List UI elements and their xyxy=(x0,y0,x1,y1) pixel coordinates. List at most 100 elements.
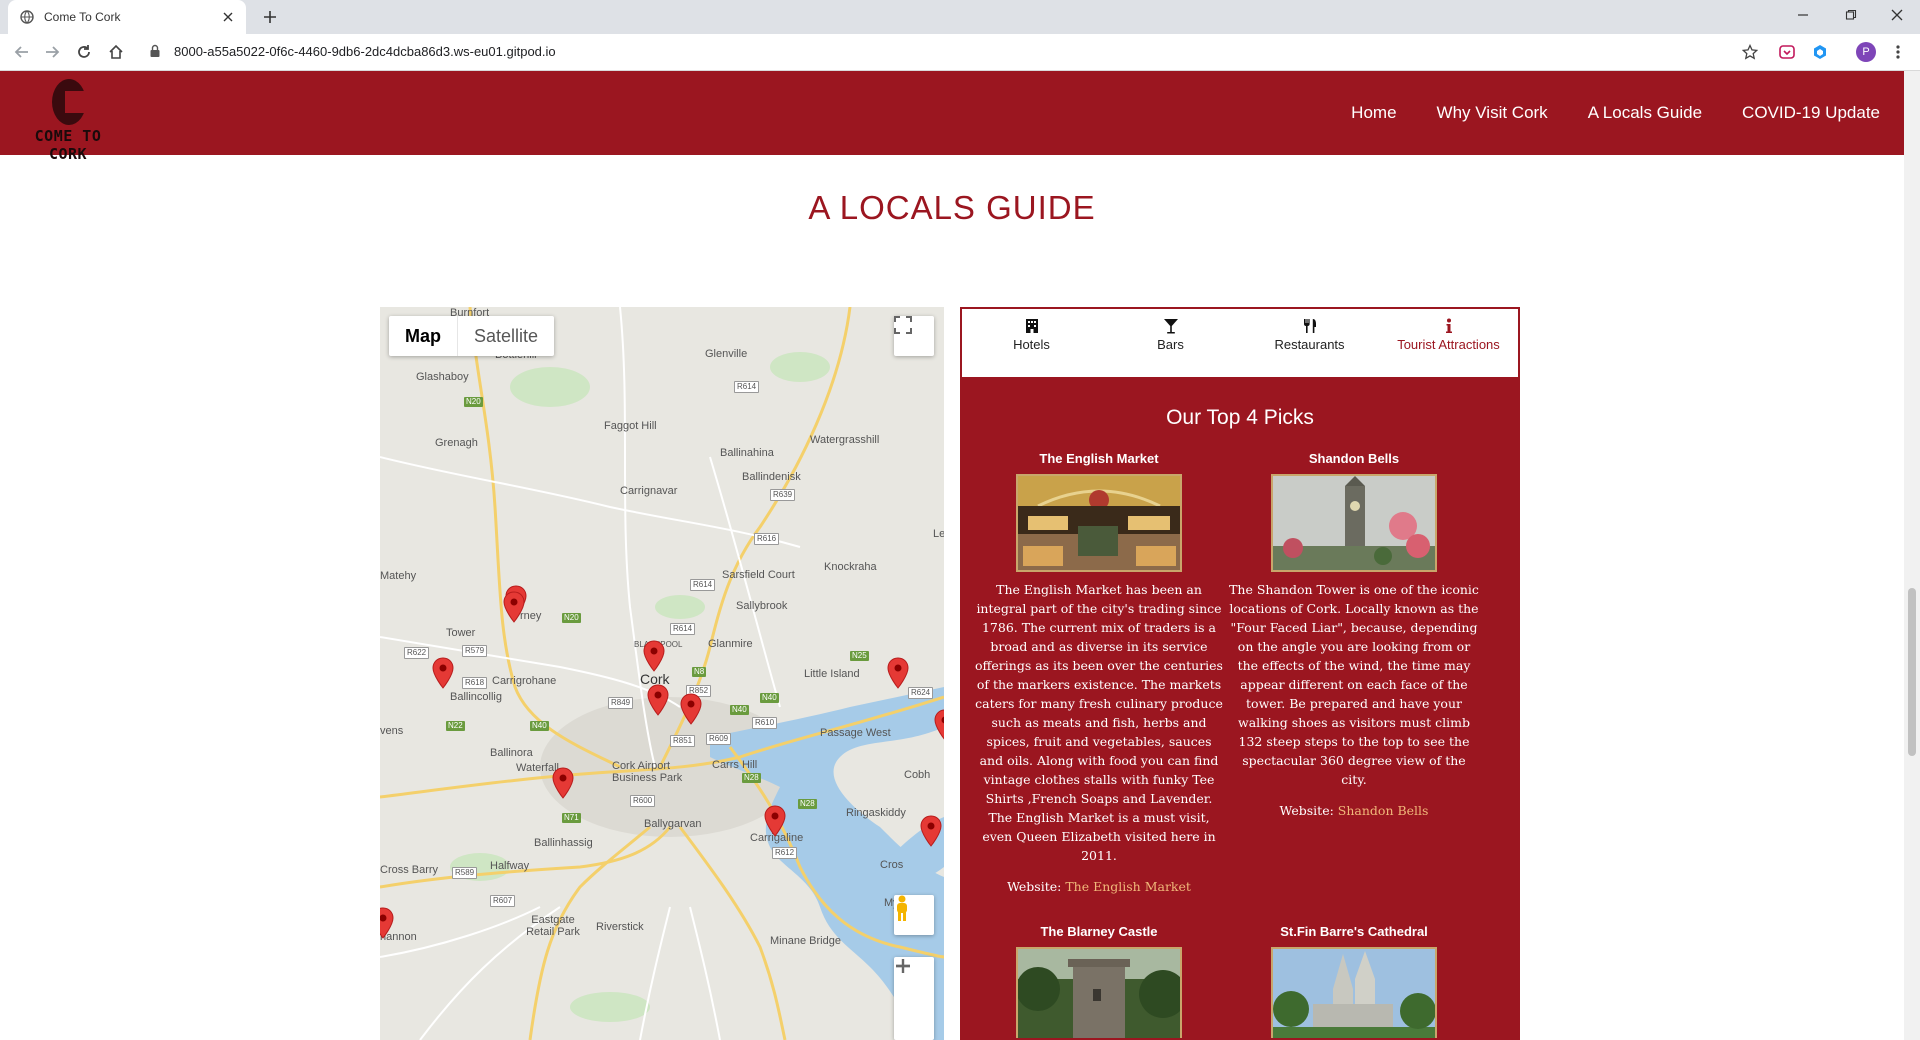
profile-avatar[interactable]: P xyxy=(1856,42,1876,62)
road-tag: N71 xyxy=(562,813,581,823)
road-tag: R639 xyxy=(770,489,796,501)
tab-restaurants[interactable]: Restaurants xyxy=(1240,309,1379,377)
tab-label: Tourist Attractions xyxy=(1397,337,1500,352)
map-label-ballinhassig: Ballinhassig xyxy=(534,837,593,849)
pick-title: The English Market xyxy=(1039,451,1159,466)
map-label-ballinora: Ballinora xyxy=(490,747,533,759)
map-marker[interactable] xyxy=(764,805,786,837)
fullscreen-icon[interactable] xyxy=(894,316,934,356)
zoom-out-button[interactable] xyxy=(894,964,934,1037)
close-window-icon[interactable] xyxy=(1874,0,1920,30)
website-prefix: Website: xyxy=(1279,803,1334,818)
road-tag: R589 xyxy=(452,867,478,879)
tab-hotels[interactable]: Hotels xyxy=(962,309,1101,377)
zoom-control xyxy=(894,957,934,1040)
road-tag: R614 xyxy=(670,623,696,635)
map-label-ballincollig: Ballincollig xyxy=(450,691,502,703)
tab-tourist-attractions[interactable]: Tourist Attractions xyxy=(1379,309,1518,377)
map-label-halfway: Halfway xyxy=(490,860,530,872)
road-tag: R610 xyxy=(752,717,778,729)
map-marker[interactable] xyxy=(552,767,574,799)
road-tag: R618 xyxy=(462,677,488,689)
map-label-carrs-hill: Carrs Hill xyxy=(712,759,758,771)
map-label-ballindenisk: Ballindenisk xyxy=(742,471,801,483)
nav-why-visit-cork[interactable]: Why Visit Cork xyxy=(1437,103,1548,123)
home-icon[interactable] xyxy=(106,42,126,62)
road-tag: N40 xyxy=(730,705,749,715)
map-type-map-button[interactable]: Map xyxy=(389,316,457,356)
map-marker[interactable] xyxy=(920,815,942,847)
map-marker[interactable] xyxy=(643,640,665,672)
map-label-glanmire: Glanmire xyxy=(708,638,753,650)
tab-label: Hotels xyxy=(1013,337,1050,352)
pick-title: St.Fin Barre's Cathedral xyxy=(1280,924,1428,939)
road-tag: R616 xyxy=(754,533,780,545)
browser-toolbar: 8000-a55a5022-0f6c-4460-9db6-2dc4dcba86d… xyxy=(0,34,1920,71)
forward-icon[interactable] xyxy=(42,42,62,62)
restore-icon[interactable] xyxy=(1828,0,1874,30)
pick-card-shandon-bells: Shandon Bells The Shandon Tower is one o… xyxy=(1229,451,1479,818)
road-tag: R849 xyxy=(608,697,634,709)
picks-heading: Our Top 4 Picks xyxy=(1166,406,1314,429)
road-tag: N40 xyxy=(760,693,779,703)
map-marker[interactable] xyxy=(680,693,702,725)
new-tab-icon[interactable] xyxy=(258,7,282,27)
scrollbar-thumb[interactable] xyxy=(1908,588,1916,756)
map-marker[interactable] xyxy=(647,684,669,716)
tab-label: Bars xyxy=(1157,337,1184,352)
blarney-castle-photo xyxy=(1016,947,1182,1038)
map-marker[interactable] xyxy=(503,591,525,623)
english-market-link[interactable]: The English Market xyxy=(1065,879,1191,894)
logo-text: COME TO CORK xyxy=(34,127,102,163)
road-tag: R614 xyxy=(690,579,716,591)
map-marker[interactable] xyxy=(432,657,454,689)
nav-home[interactable]: Home xyxy=(1351,103,1396,123)
road-tag: N40 xyxy=(530,721,549,731)
road-tag: N8 xyxy=(692,667,707,677)
reload-icon[interactable] xyxy=(74,42,94,62)
back-icon[interactable] xyxy=(12,42,32,62)
address-bar[interactable]: 8000-a55a5022-0f6c-4460-9db6-2dc4dcba86d… xyxy=(174,44,1772,60)
map-label-cross-barry: Cross Barry xyxy=(380,864,439,876)
road-tag: R600 xyxy=(630,795,656,807)
map-label-ringaskiddy: Ringaskiddy xyxy=(846,807,906,819)
nav-covid-update[interactable]: COVID-19 Update xyxy=(1742,103,1880,123)
menu-kebab-icon[interactable] xyxy=(1888,42,1908,62)
map-label-eastgate: Eastgate Retail Park xyxy=(526,914,580,938)
minimize-icon[interactable] xyxy=(1780,0,1826,30)
pick-title: Shandon Bells xyxy=(1308,451,1400,466)
map-label-little-island: Little Island xyxy=(804,668,860,680)
pick-card-blarney-castle: The Blarney Castle xyxy=(974,924,1224,1038)
guide-tabs: Hotels Bars Restaurants Tourist Attracti… xyxy=(962,309,1518,377)
map-marker[interactable] xyxy=(934,709,944,741)
browser-tab[interactable]: Come To Cork xyxy=(8,0,246,34)
map-marker[interactable] xyxy=(887,657,909,689)
minus-icon xyxy=(896,964,910,968)
map-type-satellite-button[interactable]: Satellite xyxy=(457,316,554,356)
globe-icon xyxy=(20,10,34,24)
map-label-cobh: Cobh xyxy=(904,769,931,781)
pick-description: The English Market has been an integral … xyxy=(975,582,1223,863)
map-label-carrigrohane: Carrigrohane xyxy=(492,675,557,687)
pick-website: Website: The English Market xyxy=(974,879,1224,894)
shandon-bells-link[interactable]: Shandon Bells xyxy=(1338,803,1429,818)
star-icon[interactable] xyxy=(1740,42,1760,62)
google-map[interactable]: Burnfort Bottlehill Glashaboy Glenville … xyxy=(380,307,944,1040)
nav-locals-guide[interactable]: A Locals Guide xyxy=(1588,103,1702,123)
map-type-control: Map Satellite xyxy=(389,316,555,356)
extension-icon[interactable] xyxy=(1810,42,1830,62)
close-tab-icon[interactable] xyxy=(220,9,236,25)
site-logo[interactable]: COME TO CORK xyxy=(20,79,116,163)
pick-card-st-fin-barres: St.Fin Barre's Cathedral xyxy=(1229,924,1479,1038)
map-label-minane-bridge: Minane Bridge xyxy=(770,935,841,947)
map-label-knockraha: Knockraha xyxy=(824,561,877,573)
shandon-bells-photo xyxy=(1271,474,1437,572)
tab-bars[interactable]: Bars xyxy=(1101,309,1240,377)
road-tag: R851 xyxy=(670,735,696,747)
pocket-extension-icon[interactable] xyxy=(1777,42,1797,62)
page-scrollbar[interactable] xyxy=(1904,71,1920,1040)
map-marker[interactable] xyxy=(380,907,394,939)
lock-icon xyxy=(150,44,162,60)
map-label-ballygarvan: Ballygarvan xyxy=(644,818,702,830)
street-view-pegman-icon[interactable] xyxy=(894,895,934,935)
